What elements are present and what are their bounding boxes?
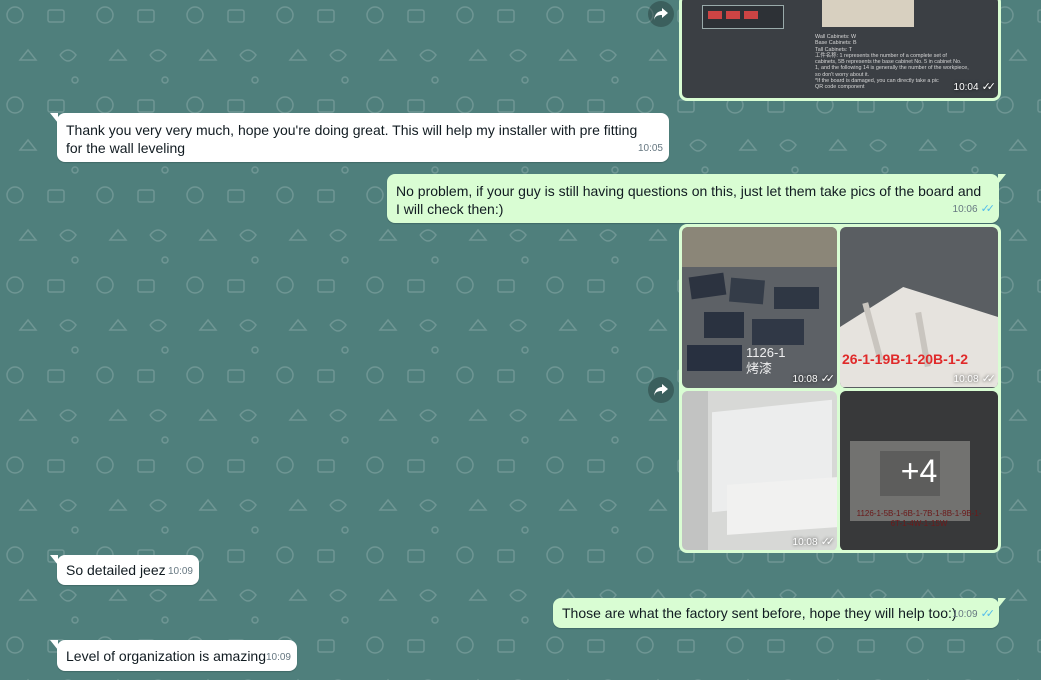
outgoing-message[interactable]: Those are what the factory sent before, …: [553, 598, 1006, 628]
photo-time: 10:08 ✓✓: [792, 373, 836, 385]
message-text: So detailed jeez: [66, 562, 166, 578]
album-photo[interactable]: 10:08 ✓✓: [682, 391, 837, 550]
message-time: 10:09 ✓✓: [952, 608, 996, 620]
board-label: 1126-1 烤漆: [746, 345, 786, 376]
document-image-message[interactable]: Wall Cabinets: W Base Cabinets: B Tall Cab…: [679, 0, 1001, 101]
message-text: Those are what the factory sent before, …: [562, 605, 957, 621]
album-photo[interactable]: 1126-1 烤漆 10:08 ✓✓: [682, 227, 837, 388]
message-time: 10:05: [637, 143, 663, 154]
photo-album[interactable]: 1126-1 烤漆 10:08 ✓✓ 26-1-19B-1-20B-1-2 10:…: [679, 224, 1001, 553]
more-photos-count: +4: [900, 453, 938, 489]
photo-time: 10:08 ✓✓: [953, 373, 997, 385]
incoming-message[interactable]: Thank you very very much, hope you're do…: [50, 113, 669, 162]
read-receipt-icon: ✓✓: [980, 203, 996, 215]
message-time: 10:09: [265, 652, 291, 663]
message-time: 10:04 ✓✓: [953, 81, 997, 93]
read-receipt-icon: ✓✓: [980, 608, 996, 620]
incoming-message[interactable]: Level of organization is amazing 10:09: [50, 640, 297, 671]
album-photo-more[interactable]: 1126-1-5B-1-6B-1-7B-1-8B-1-9B-1- 6T-1-4W…: [840, 391, 998, 550]
message-text: No problem, if your guy is still having …: [396, 183, 982, 217]
message-text: Thank you very very much, hope you're do…: [66, 122, 638, 156]
message-text: Level of organization is amazing: [66, 648, 267, 664]
outgoing-message[interactable]: No problem, if your guy is still having …: [387, 174, 1006, 223]
forward-icon[interactable]: [648, 377, 674, 403]
forward-icon[interactable]: [648, 1, 674, 27]
incoming-message[interactable]: So detailed jeez 10:09: [50, 555, 199, 585]
message-time: 10:09: [167, 566, 193, 577]
album-photo[interactable]: 26-1-19B-1-20B-1-2 10:08 ✓✓: [840, 227, 998, 388]
board-label: 26-1-19B-1-20B-1-2: [842, 351, 969, 367]
message-time: 10:06 ✓✓: [952, 203, 996, 215]
document-text-line: 1, and the following 14 is generally the…: [815, 65, 969, 72]
document-image: Wall Cabinets: W Base Cabinets: B Tall Cab…: [682, 0, 998, 98]
photo-time: 10:08 ✓✓: [792, 536, 836, 548]
